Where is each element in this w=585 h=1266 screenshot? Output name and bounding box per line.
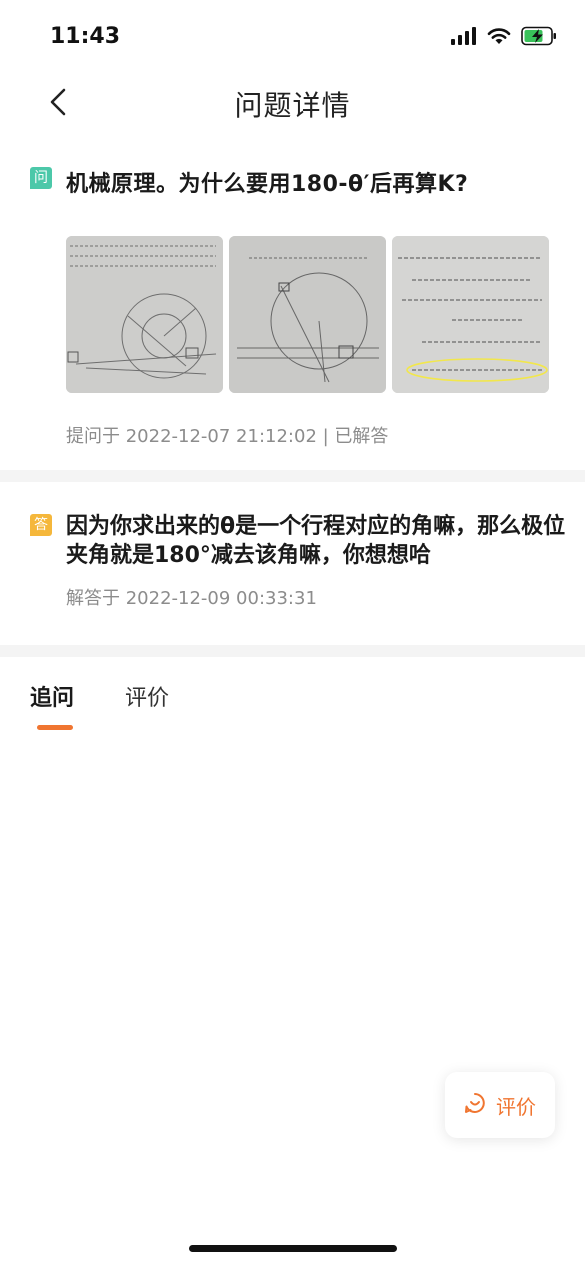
question-title: 机械原理。为什么要用180-θ′后再算K? xyxy=(66,172,469,197)
battery-charging-icon xyxy=(521,26,557,50)
question-image-2[interactable] xyxy=(229,236,386,393)
answer-section: 答 因为你求出来的θ是一个行程对应的角嘛，那么极位夹角就是180°减去该角嘛，你… xyxy=(0,482,585,652)
question-images xyxy=(66,236,549,393)
navigation-bar: 问题详情 xyxy=(0,72,585,134)
question-image-3[interactable] xyxy=(392,236,549,393)
answer-meta: 解答于 2022-12-09 00:33:31 xyxy=(66,588,317,609)
status-time: 11:43 xyxy=(50,24,121,49)
page-title: 问题详情 xyxy=(234,89,351,122)
rate-smile-icon xyxy=(464,1092,486,1118)
tab-rate[interactable]: 评价 xyxy=(125,680,169,712)
section-divider xyxy=(0,645,585,657)
section-divider xyxy=(0,470,585,482)
cellular-signal-icon xyxy=(451,27,477,49)
rate-button[interactable]: 评价 xyxy=(445,1072,555,1138)
question-image-1[interactable] xyxy=(66,236,223,393)
question-meta: 提问于 2022-12-07 21:12:02 | 已解答 xyxy=(66,426,389,447)
wifi-icon xyxy=(487,27,511,49)
tab-bar: 追问 评价 xyxy=(0,668,585,738)
status-icons xyxy=(451,26,557,50)
question-section: 问 机械原理。为什么要用180-θ′后再算K? 提问于 2022-12-07 2… xyxy=(0,150,585,470)
question-badge: 问 xyxy=(30,167,52,189)
rate-button-label: 评价 xyxy=(496,1094,536,1119)
status-bar: 11:43 xyxy=(0,0,585,72)
answer-badge: 答 xyxy=(30,514,52,536)
home-indicator xyxy=(189,1245,397,1252)
tab-followup[interactable]: 追问 xyxy=(30,680,74,712)
answer-text: 因为你求出来的θ是一个行程对应的角嘛，那么极位夹角就是180°减去该角嘛，你想想… xyxy=(66,514,566,568)
active-tab-indicator xyxy=(37,725,73,730)
